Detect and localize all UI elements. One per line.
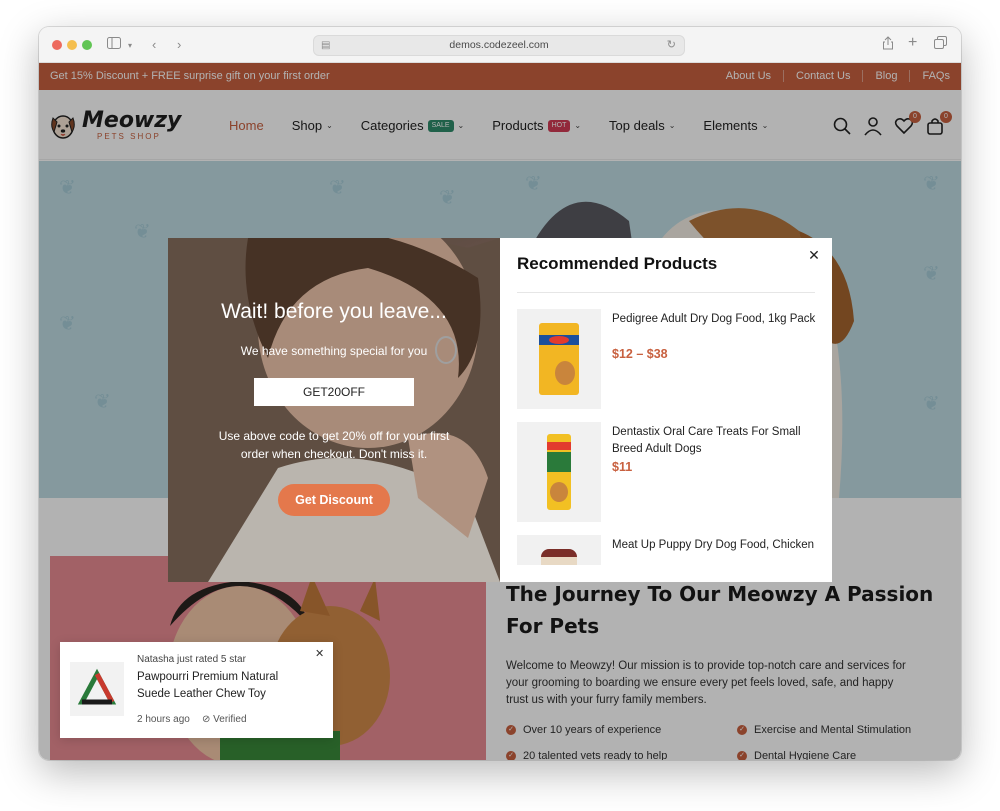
- forward-icon[interactable]: ›: [177, 36, 181, 54]
- close-icon[interactable]: ✕: [805, 246, 823, 264]
- product-image[interactable]: [517, 535, 601, 565]
- reload-icon[interactable]: ↻: [667, 36, 676, 55]
- product-price: $11: [612, 460, 633, 474]
- browser-window: ▾ ‹ › ▤ demos.codezeel.com ↻ + Get 15% D…: [39, 27, 961, 760]
- url-text: demos.codezeel.com: [449, 39, 549, 51]
- product-item[interactable]: Pedigree Adult Dry Dog Food, 1kg Pack $1…: [517, 309, 822, 422]
- new-tab-icon[interactable]: +: [908, 34, 917, 52]
- divider: [517, 292, 815, 293]
- close-icon[interactable]: ✕: [315, 647, 324, 660]
- product-item[interactable]: Dentastix Oral Care Treats For Small Bre…: [517, 422, 822, 535]
- product-image[interactable]: [517, 422, 601, 522]
- popup-shade: [168, 238, 500, 582]
- product-name[interactable]: Meat Up Puppy Dry Dog Food, Chicken: [612, 537, 817, 554]
- verified-text: Verified: [213, 714, 247, 725]
- recommended-title: Recommended Products: [517, 254, 718, 273]
- product-item[interactable]: Meat Up Puppy Dry Dog Food, Chicken: [517, 535, 822, 565]
- popup-promo-panel: Wait! before you leave... We have someth…: [168, 238, 500, 582]
- sidebar-toggle-icon[interactable]: [107, 36, 121, 54]
- notification-headline: Natasha just rated 5 star: [137, 654, 246, 665]
- notification-time: 2 hours ago: [137, 714, 190, 725]
- verified-label: ⊘ Verified: [202, 714, 247, 725]
- tabs-overview-icon[interactable]: [934, 36, 947, 54]
- coupon-code[interactable]: GET20OFF: [254, 378, 414, 406]
- coupon-instructions: Use above code to get 20% off for your f…: [218, 429, 450, 461]
- back-icon[interactable]: ‹: [152, 36, 156, 54]
- minimize-window-button[interactable]: [67, 40, 77, 50]
- recommended-list[interactable]: Pedigree Adult Dry Dog Food, 1kg Pack $1…: [517, 309, 822, 565]
- maximize-window-button[interactable]: [82, 40, 92, 50]
- close-window-button[interactable]: [52, 40, 62, 50]
- product-image[interactable]: [517, 309, 601, 409]
- product-price: $12 – $38: [612, 347, 668, 361]
- browser-toolbar: ▾ ‹ › ▤ demos.codezeel.com ↻ +: [39, 27, 961, 63]
- product-name[interactable]: Pedigree Adult Dry Dog Food, 1kg Pack: [612, 311, 817, 328]
- address-bar[interactable]: ▤ demos.codezeel.com ↻: [313, 35, 685, 56]
- share-icon[interactable]: [882, 36, 894, 55]
- verified-check-icon: ⊘: [202, 714, 211, 725]
- notification-product-image[interactable]: [70, 662, 124, 716]
- exit-intent-popup: Wait! before you leave... We have someth…: [168, 238, 832, 582]
- chevron-down-icon[interactable]: ▾: [128, 37, 132, 55]
- get-discount-button[interactable]: Get Discount: [278, 484, 390, 516]
- review-notification: Natasha just rated 5 star Pawpourri Prem…: [60, 642, 333, 738]
- web-page: Get 15% Discount + FREE surprise gift on…: [39, 63, 961, 760]
- page-icon: ▤: [321, 40, 331, 51]
- popup-subline: We have something special for you: [240, 344, 428, 358]
- popup-headline: Wait! before you leave...: [221, 300, 447, 323]
- recommended-products-panel: Recommended Products ✕ Pedigree Adult Dr…: [500, 238, 832, 582]
- product-name[interactable]: Dentastix Oral Care Treats For Small Bre…: [612, 424, 817, 458]
- notification-product-name[interactable]: Pawpourri Premium Natural Suede Leather …: [137, 669, 302, 703]
